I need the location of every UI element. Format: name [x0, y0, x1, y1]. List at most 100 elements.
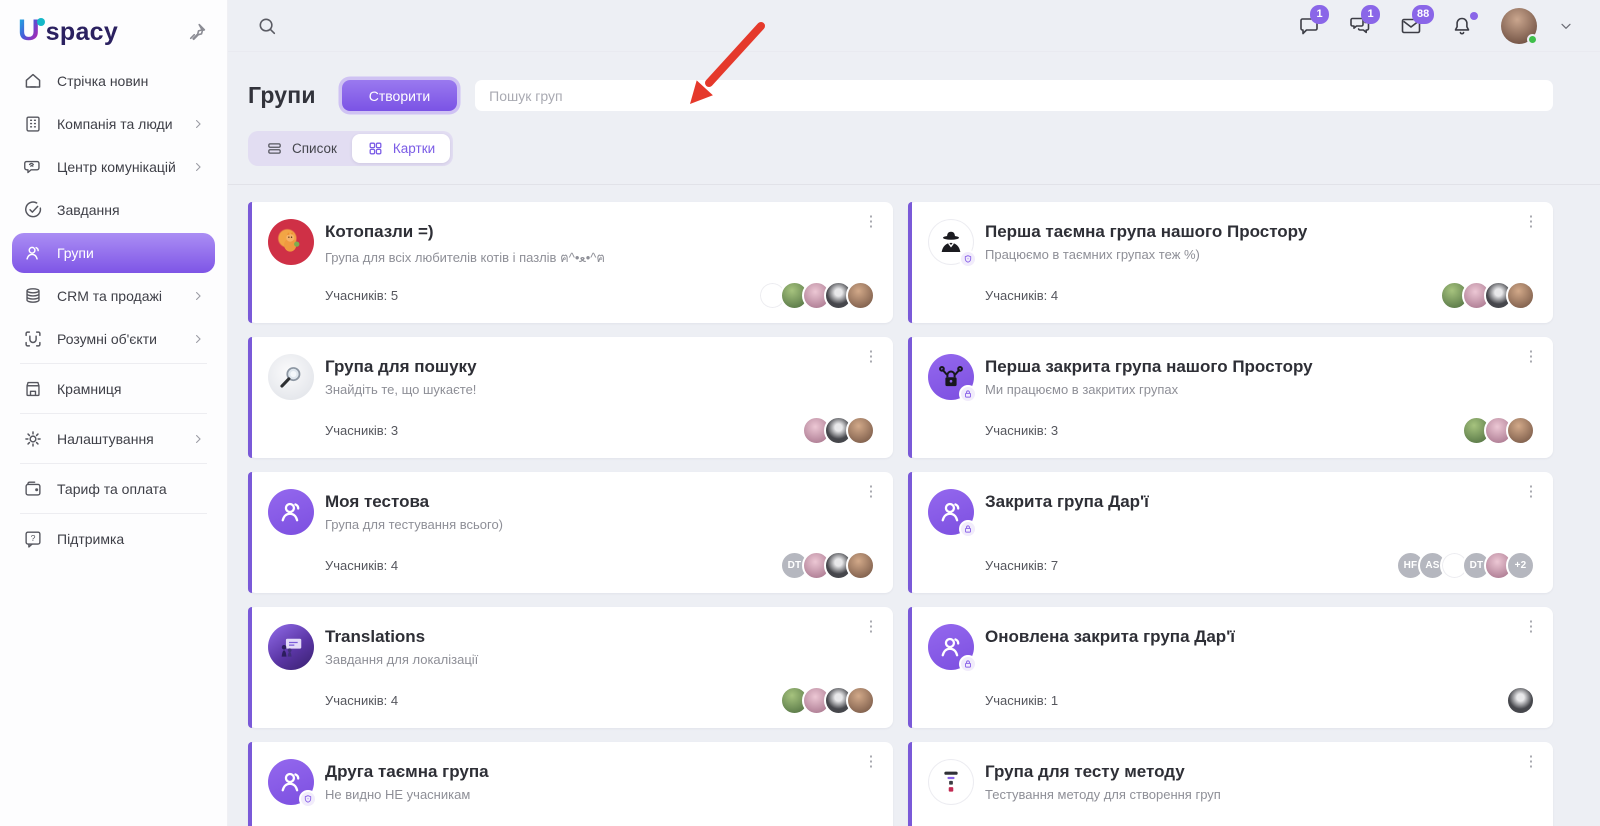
card-menu-button[interactable]: ⋮	[861, 347, 881, 365]
groups-icon	[22, 242, 44, 264]
card-body: Моя тестова Група для тестування всього)	[268, 489, 875, 535]
member-avatar	[846, 551, 875, 580]
pin-sidebar-icon[interactable]	[185, 20, 209, 44]
group-card[interactable]: Котопазли =) Група для всіх любителів ко…	[248, 202, 893, 323]
list-view-icon	[266, 140, 283, 157]
sidebar-item-label: CRM та продажі	[57, 288, 162, 304]
crm-icon	[22, 285, 44, 307]
sidebar-divider	[20, 463, 207, 464]
tab-label: Картки	[392, 141, 436, 156]
members-count: Учасників: 3	[985, 423, 1059, 438]
group-card[interactable]: Група для пошуку Знайдіть те, що шукаєте…	[248, 337, 893, 458]
mail-icon[interactable]: 88	[1399, 4, 1435, 38]
topbar: 1 1 88	[228, 0, 1600, 52]
group-avatar-lock-art	[928, 354, 977, 403]
card-menu-button[interactable]: ⋮	[1521, 617, 1541, 635]
group-card[interactable]: Друга таємна група Не видно НЕ учасникам…	[248, 742, 893, 826]
chevron-right-icon	[191, 289, 205, 303]
card-menu-button[interactable]: ⋮	[861, 482, 881, 500]
card-menu-button[interactable]: ⋮	[1521, 212, 1541, 230]
settings-icon	[22, 428, 44, 450]
bell-icon[interactable]	[1450, 11, 1478, 38]
sidebar-item-label: Розумні об'єкти	[57, 331, 157, 347]
tab-cards-view[interactable]: Картки	[351, 134, 451, 163]
cards-view-icon	[367, 140, 384, 157]
user-avatar[interactable]	[1501, 7, 1538, 45]
group-card[interactable]: Моя тестова Група для тестування всього)…	[248, 472, 893, 593]
sidebar-item-groups[interactable]: Групи	[12, 233, 215, 273]
group-card[interactable]: Перша закрита група нашого Простору Ми п…	[908, 337, 1553, 458]
group-title: Оновлена закрита група Дар'ї	[985, 627, 1236, 646]
group-description: Працюємо в таємних групах теж %)	[985, 247, 1200, 262]
card-texts: Перша закрита група нашого Простору Ми п…	[985, 354, 1313, 397]
card-menu-button[interactable]: ⋮	[861, 752, 881, 770]
group-avatar-people	[928, 624, 977, 673]
group-title: Перша закрита група нашого Простору	[985, 357, 1313, 376]
card-menu-button[interactable]: ⋮	[1521, 482, 1541, 500]
group-title: Перша таємна група нашого Простору	[985, 222, 1308, 241]
page-header: Групи Створити	[248, 80, 1553, 111]
group-title: Група для тесту методу	[985, 762, 1185, 781]
group-search-input[interactable]	[475, 80, 1553, 111]
group-description: Група для всіх любителів котів і пазлів …	[325, 250, 606, 265]
sidebar-item-settings[interactable]: Налаштування	[12, 419, 215, 459]
uspacy-logo[interactable]: Uspacy	[18, 16, 118, 47]
members-count: Учасників: 4	[985, 288, 1059, 303]
group-card[interactable]: Група для тесту методу Тестування методу…	[908, 742, 1553, 826]
group-avatar-spy	[928, 219, 977, 268]
member-avatar	[1506, 281, 1535, 310]
notification-dot	[1470, 11, 1478, 20]
card-menu-button[interactable]: ⋮	[1521, 752, 1541, 770]
card-body: Група для тесту методу Тестування методу…	[928, 759, 1535, 805]
card-menu-button[interactable]: ⋮	[861, 617, 881, 635]
tab-list-view[interactable]: Список	[251, 134, 352, 163]
card-menu-button[interactable]: ⋮	[1521, 347, 1541, 365]
card-body: Перша закрита група нашого Простору Ми п…	[928, 354, 1535, 403]
card-menu-button[interactable]: ⋮	[861, 212, 881, 230]
group-avatar-people	[268, 489, 314, 535]
group-description: Група для тестування всього)	[325, 517, 504, 532]
lock-badge-icon	[959, 385, 977, 403]
main-area: 1 1 88 Групи Створити Пошук груп Список …	[228, 0, 1600, 826]
logo-text: spacy	[45, 18, 119, 46]
card-footer: Учасників: 7 HF AS DT +2	[928, 551, 1535, 580]
group-chat-icon[interactable]: 1	[1348, 4, 1380, 38]
wallet-icon	[22, 478, 44, 500]
sidebar-item-communications[interactable]: Центр комунікацій	[12, 147, 215, 187]
sidebar-item-company[interactable]: Компанія та люди	[12, 104, 215, 144]
group-card[interactable]: Закрита група Дар'ї ⋮ Учасників: 7 HF AS D…	[908, 472, 1553, 593]
members-count: Учасників: 1	[985, 693, 1059, 708]
search-icon[interactable]	[256, 15, 278, 37]
group-description: Ми працюємо в закритих групах	[985, 382, 1179, 397]
sidebar-item-label: Групи	[57, 245, 94, 261]
card-body: Котопазли =) Група для всіх любителів ко…	[268, 219, 875, 268]
card-footer: Учасників: 3	[928, 416, 1535, 445]
card-body: Перша таємна група нашого Простору Працю…	[928, 219, 1535, 268]
sidebar-item-smart-objects[interactable]: Розумні об'єкти	[12, 319, 215, 359]
chat-icon[interactable]: 1	[1297, 4, 1329, 38]
create-group-button[interactable]: Створити	[341, 80, 458, 111]
sidebar-item-support[interactable]: ? Підтримка	[12, 519, 215, 559]
sidebar-nav: Стрічка новин Компанія та люди Центр ком…	[12, 61, 215, 559]
sidebar-item-label: Центр комунікацій	[57, 159, 176, 175]
shield-badge-icon	[959, 250, 977, 268]
mail-badge: 88	[1412, 4, 1435, 24]
card-footer: Учасників: 3	[268, 416, 875, 445]
sidebar-item-billing[interactable]: Тариф та оплата	[12, 469, 215, 509]
chevron-right-icon	[191, 332, 205, 346]
group-card[interactable]: Translations Завдання для локалізації ⋮ …	[248, 607, 893, 728]
topbar-actions: 1 1 88	[1297, 4, 1574, 45]
lock-badge-icon	[959, 520, 977, 538]
sidebar-item-label: Крамниця	[57, 381, 122, 397]
chevron-down-icon[interactable]	[1558, 18, 1574, 34]
group-avatar-people	[928, 489, 977, 538]
sidebar-item-store[interactable]: Крамниця	[12, 369, 215, 409]
group-card[interactable]: Оновлена закрита група Дар'ї ⋮ Учасників…	[908, 607, 1553, 728]
sidebar-item-newsfeed[interactable]: Стрічка новин	[12, 61, 215, 101]
members-count: Учасників: 4	[325, 693, 399, 708]
support-icon: ?	[22, 528, 44, 550]
card-footer: Учасників: 4	[268, 686, 875, 715]
group-card[interactable]: Перша таємна група нашого Простору Працю…	[908, 202, 1553, 323]
sidebar-item-crm[interactable]: CRM та продажі	[12, 276, 215, 316]
sidebar-item-tasks[interactable]: Завдання	[12, 190, 215, 230]
